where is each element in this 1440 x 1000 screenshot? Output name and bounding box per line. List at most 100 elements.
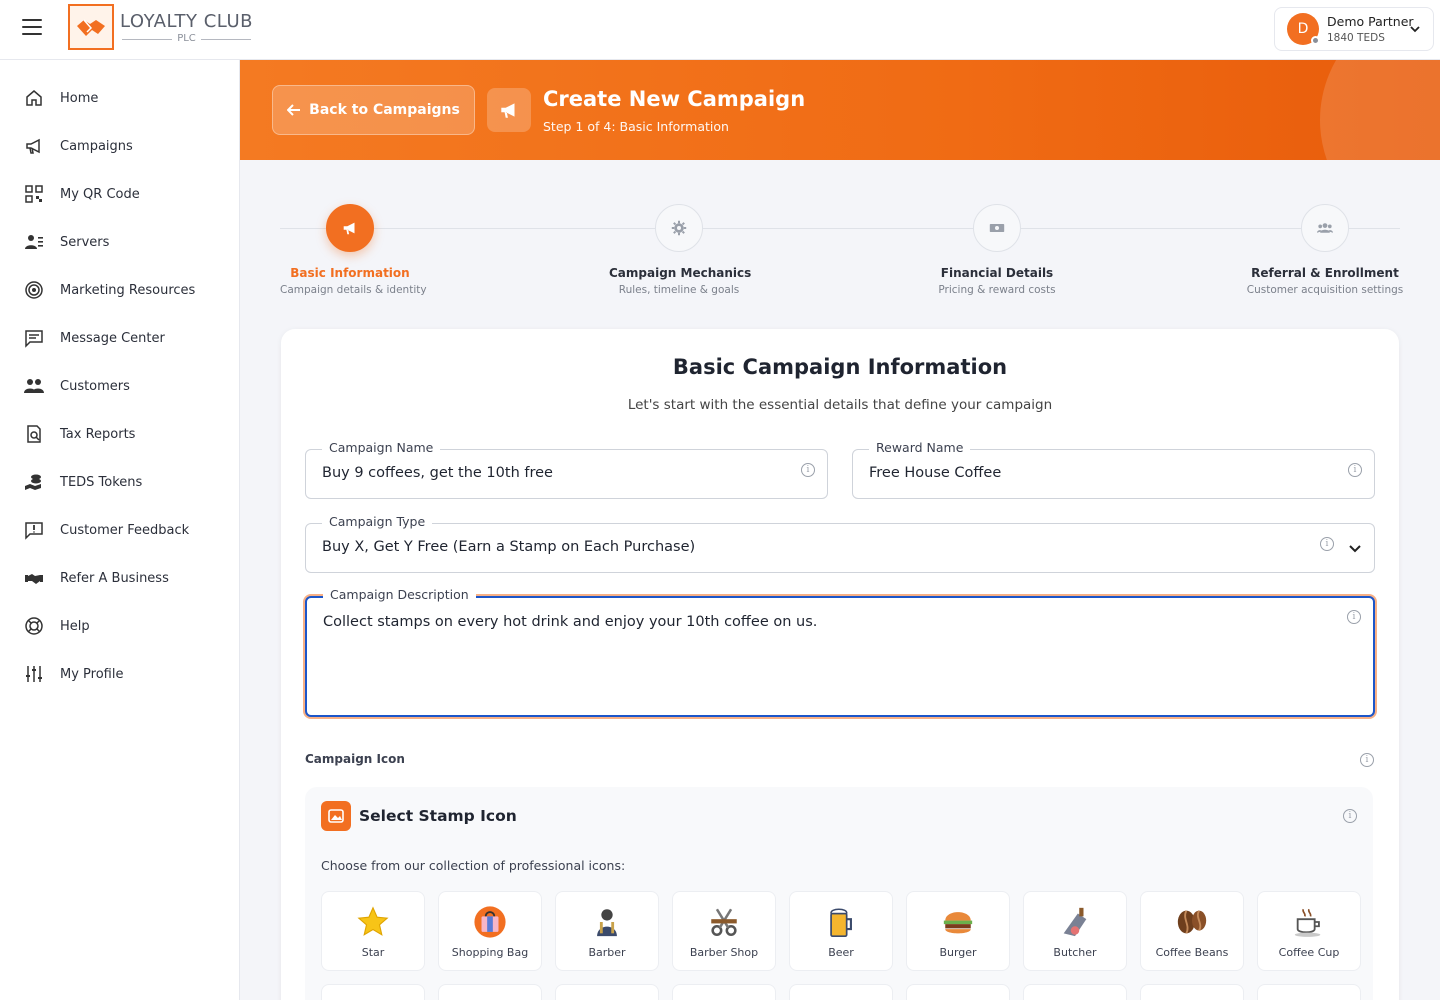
campaign-type-value[interactable]: Buy X, Get Y Free (Earn a Stamp on Each … <box>322 539 695 555</box>
step-desc: Campaign details & identity <box>280 284 427 296</box>
money-icon <box>973 204 1021 252</box>
page-title: Create New Campaign <box>543 87 806 111</box>
step-basic-information[interactable]: Basic Information Campaign details & ide… <box>280 204 427 296</box>
barber-shop-icon <box>711 908 737 936</box>
chevron-down-icon <box>1410 26 1420 33</box>
lifebuoy-icon <box>25 617 43 635</box>
stamp-label: Barber <box>588 945 626 959</box>
beer-icon <box>830 908 852 937</box>
campaign-type-select[interactable]: Campaign Type Buy X, Get Y Free (Earn a … <box>305 514 1375 573</box>
step-desc: Customer acquisition settings <box>1246 284 1404 296</box>
reward-name-value[interactable]: Free House Coffee <box>869 465 1001 481</box>
info-icon[interactable]: i <box>1343 809 1357 823</box>
sidebar-item-customers[interactable]: Customers <box>0 362 239 410</box>
barber-icon <box>597 908 617 936</box>
sidebar-item-label: Customer Feedback <box>60 522 190 538</box>
message-icon <box>25 330 43 348</box>
info-icon[interactable]: i <box>1360 753 1374 767</box>
sidebar-item-home[interactable]: Home <box>0 74 239 122</box>
campaign-name-field[interactable]: Campaign Name Buy 9 coffees, get the 10t… <box>305 440 828 499</box>
user-menu[interactable]: D Demo Partner 1840 TEDS <box>1274 7 1434 51</box>
sidebar: Home Campaigns My QR Code Servers Market… <box>0 60 240 1000</box>
stamp-option-burger[interactable]: Burger <box>906 891 1010 971</box>
reward-name-field[interactable]: Reward Name Free House Coffee i <box>852 440 1375 499</box>
megaphone-icon <box>26 138 40 154</box>
info-icon[interactable]: i <box>801 463 815 477</box>
sidebar-item-label: Campaigns <box>60 138 133 154</box>
tokens-icon <box>25 474 41 490</box>
stamp-option[interactable] <box>672 984 776 1000</box>
stepper: Basic Information Campaign details & ide… <box>240 160 1440 330</box>
logo[interactable]: LOYALTY CLUB PLC <box>68 4 253 50</box>
step-referral-enrollment[interactable]: Referral & Enrollment Customer acquisiti… <box>1245 204 1405 296</box>
sliders-icon <box>26 666 42 682</box>
sidebar-item-qr-code[interactable]: My QR Code <box>0 170 239 218</box>
panel-hint: Choose from our collection of profession… <box>321 858 626 873</box>
feedback-icon <box>25 522 43 540</box>
stamp-option-coffee-cup[interactable]: Coffee Cup <box>1257 891 1361 971</box>
logo-sub: PLC <box>120 33 253 44</box>
stamp-option[interactable] <box>789 984 893 1000</box>
sidebar-item-servers[interactable]: Servers <box>0 218 239 266</box>
campaign-name-label: Campaign Name <box>322 440 441 455</box>
image-icon <box>321 801 351 831</box>
stamp-option[interactable] <box>1140 984 1244 1000</box>
stamp-option-beer[interactable]: Beer <box>789 891 893 971</box>
stamp-option[interactable] <box>438 984 542 1000</box>
stamp-option-shopping-bag[interactable]: Shopping Bag <box>438 891 542 971</box>
step-financial-details[interactable]: Financial Details Pricing & reward costs <box>927 204 1067 296</box>
reward-name-label: Reward Name <box>869 440 971 455</box>
top-bar: LOYALTY CLUB PLC D Demo Partner 1840 TED… <box>0 0 1440 60</box>
sidebar-item-my-profile[interactable]: My Profile <box>0 650 239 698</box>
sidebar-item-label: TEDS Tokens <box>60 474 143 490</box>
stamp-label: Star <box>361 945 385 959</box>
basic-info-card: Basic Campaign Information Let's start w… <box>281 329 1399 1000</box>
sidebar-item-teds-tokens[interactable]: TEDS Tokens <box>0 458 239 506</box>
handshake-logo-icon <box>68 4 114 50</box>
stamp-option[interactable] <box>1023 984 1127 1000</box>
menu-icon[interactable] <box>22 19 42 35</box>
campaign-description-textarea[interactable]: Campaign Description Collect stamps on e… <box>305 587 1375 717</box>
stamp-option-barber[interactable]: Barber <box>555 891 659 971</box>
avatar: D <box>1287 13 1320 45</box>
back-to-campaigns-button[interactable]: Back to Campaigns <box>272 85 475 135</box>
campaign-description-value[interactable]: Collect stamps on every hot drink and en… <box>323 614 817 630</box>
home-icon <box>26 90 42 106</box>
stamp-option[interactable] <box>906 984 1010 1000</box>
stamp-option-coffee-beans[interactable]: Coffee Beans <box>1140 891 1244 971</box>
stamp-option[interactable] <box>1257 984 1361 1000</box>
stamp-option[interactable] <box>555 984 659 1000</box>
sidebar-item-label: Marketing Resources <box>60 282 196 298</box>
sidebar-item-message-center[interactable]: Message Center <box>0 314 239 362</box>
stamp-option[interactable] <box>321 984 425 1000</box>
star-icon <box>357 905 389 936</box>
stamp-label: Burger <box>939 945 977 959</box>
back-button-label: Back to Campaigns <box>309 102 460 118</box>
stamp-icon-grid: Star Shopping Bag Barber Barber Shop Bee… <box>321 891 1361 971</box>
sidebar-item-customer-feedback[interactable]: Customer Feedback <box>0 506 239 554</box>
step-title: Financial Details <box>940 266 1054 280</box>
info-icon[interactable]: i <box>1348 463 1362 477</box>
info-icon[interactable]: i <box>1320 537 1334 551</box>
stamp-label: Beer <box>828 945 854 959</box>
sidebar-item-marketing-resources[interactable]: Marketing Resources <box>0 266 239 314</box>
sidebar-item-label: Customers <box>60 378 130 394</box>
sidebar-item-label: Home <box>60 90 99 106</box>
stamp-option-butcher[interactable]: Butcher <box>1023 891 1127 971</box>
stamp-option-barber-shop[interactable]: Barber Shop <box>672 891 776 971</box>
servers-icon <box>25 235 43 249</box>
megaphone-icon <box>326 204 374 252</box>
chevron-down-icon[interactable] <box>1348 542 1362 556</box>
user-name: Demo Partner <box>1327 14 1414 29</box>
sidebar-item-tax-reports[interactable]: Tax Reports <box>0 410 239 458</box>
info-icon[interactable]: i <box>1347 610 1361 624</box>
sidebar-item-campaigns[interactable]: Campaigns <box>0 122 239 170</box>
stamp-icon-grid-row-2 <box>321 984 1361 1000</box>
sidebar-item-refer-a-business[interactable]: Refer A Business <box>0 554 239 602</box>
step-campaign-mechanics[interactable]: Campaign Mechanics Rules, timeline & goa… <box>609 204 751 296</box>
decorative-circle <box>1320 60 1440 160</box>
campaign-name-value[interactable]: Buy 9 coffees, get the 10th free <box>322 465 553 481</box>
stamp-option-star[interactable]: Star <box>321 891 425 971</box>
sidebar-item-help[interactable]: Help <box>0 602 239 650</box>
campaign-icon-label: Campaign Icon <box>305 752 405 766</box>
